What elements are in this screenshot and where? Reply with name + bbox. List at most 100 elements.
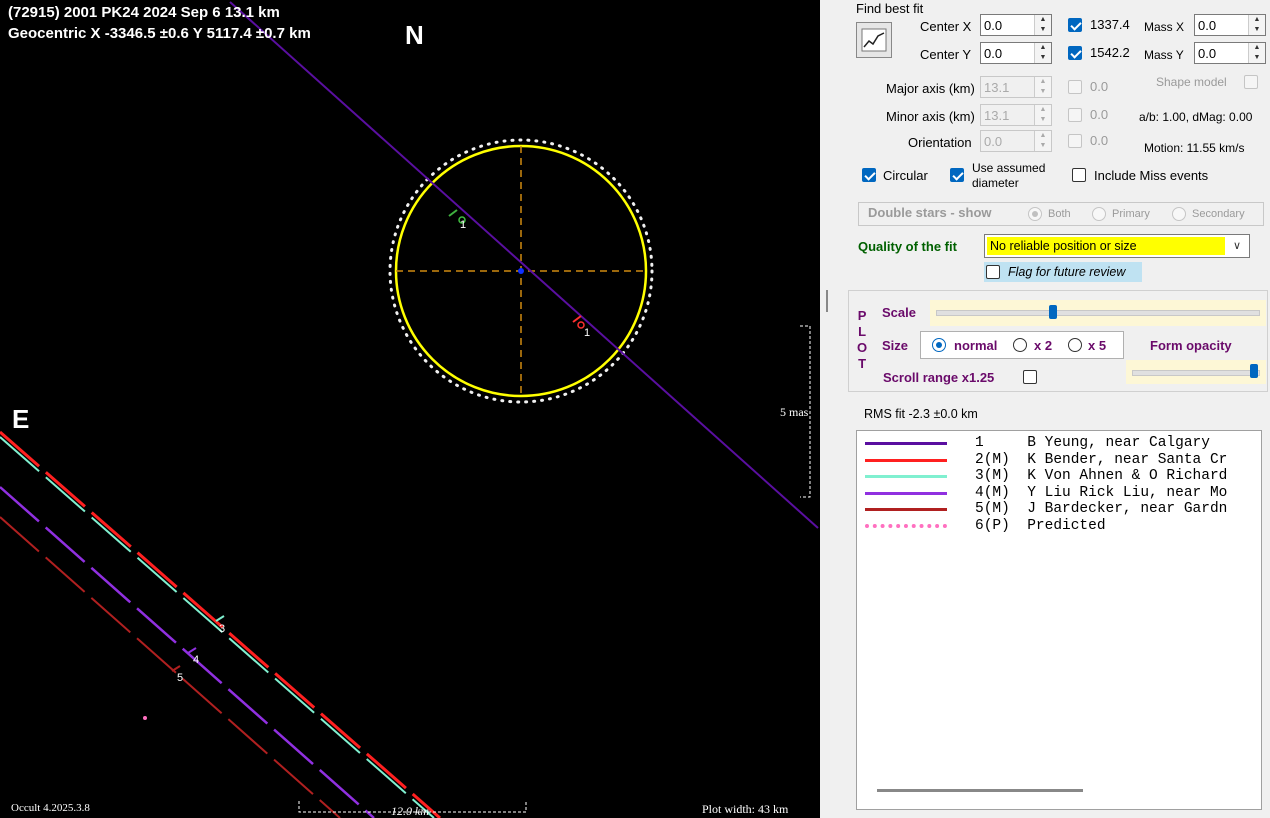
chord-3-line (0, 436, 435, 818)
quality-of-fit-dropdown[interactable]: No reliable position or size ∨ (984, 234, 1250, 258)
legend-swatch (865, 524, 947, 528)
mass-y-input[interactable]: 0.0 ▲ ▼ (1194, 42, 1266, 64)
motion-label: Motion: 11.55 km/s (1144, 141, 1245, 155)
orientation-spinner[interactable]: ▲ ▼ (1034, 131, 1051, 151)
major-axis-fix-value: 0.0 (1090, 79, 1109, 94)
primary-label: Primary (1112, 208, 1150, 220)
circular-checkbox[interactable] (862, 168, 876, 182)
double-stars-primary-radio[interactable] (1092, 207, 1106, 221)
shape-model-label: Shape model (1156, 75, 1227, 89)
size-label: Size (882, 338, 909, 353)
include-miss-checkbox[interactable] (1072, 168, 1086, 182)
legend-text: 2(M) K Bender, near Santa Cr (975, 451, 1228, 468)
mass-x-spinner[interactable]: ▲ ▼ (1248, 15, 1265, 35)
observer-legend-list[interactable]: 1 B Yeung, near Calgary 2(M) K Bender, ne… (856, 430, 1262, 810)
size-x2-radio[interactable] (1013, 338, 1027, 352)
minor-axis-fix-checkbox[interactable] (1068, 108, 1082, 122)
legend-row[interactable]: 1 B Yeung, near Calgary (857, 435, 1261, 451)
major-axis-fix-checkbox[interactable] (1068, 80, 1082, 94)
center-y-label: Center Y (920, 47, 972, 62)
mass-y-label: Mass Y (1144, 48, 1184, 62)
center-y-value: 0.0 (984, 46, 1003, 61)
secondary-label: Secondary (1192, 208, 1245, 220)
minor-axis-fix-value: 0.0 (1090, 107, 1109, 122)
mass-y-value: 0.0 (1198, 46, 1217, 61)
chord-1-line (229, 1, 819, 529)
legend-row[interactable]: 3(M) K Von Ahnen & O Richard (857, 468, 1261, 484)
minor-axis-input[interactable]: 13.1 ▲ ▼ (980, 104, 1052, 126)
chord-1-label-b: 1 (584, 327, 591, 339)
minor-axis-spinner[interactable]: ▲ ▼ (1034, 105, 1051, 125)
legend-horizontal-scrollbar[interactable] (877, 789, 1083, 792)
center-x-spinner[interactable]: ▲ ▼ (1034, 15, 1051, 35)
use-assumed-diameter-checkbox[interactable] (950, 168, 964, 182)
east-label: E (12, 404, 30, 434)
orientation-value: 0.0 (984, 134, 1003, 149)
chord-5-marker (171, 665, 181, 672)
plot-letter-o: O (857, 340, 868, 355)
center-y-spinner[interactable]: ▲ ▼ (1034, 43, 1051, 63)
find-best-fit-button[interactable] (856, 22, 892, 58)
orientation-fix-checkbox[interactable] (1068, 134, 1082, 148)
mass-y-spinner[interactable]: ▲ ▼ (1248, 43, 1265, 63)
center-x-value: 0.0 (984, 18, 1003, 33)
occultation-plot[interactable]: (72915) 2001 PK24 2024 Sep 6 13.1 km Geo… (0, 0, 820, 818)
plot-width-label: Plot width: 43 km (702, 802, 789, 816)
plot-canvas (0, 1, 819, 818)
mass-x-input[interactable]: 0.0 ▲ ▼ (1194, 14, 1266, 36)
chord-3-label: 3 (219, 623, 226, 635)
legend-swatch (865, 508, 947, 512)
legend-swatch (865, 475, 947, 479)
both-label: Both (1048, 208, 1071, 220)
legend-row[interactable]: 2(M) K Bender, near Santa Cr (857, 451, 1261, 468)
size-normal-label: normal (954, 338, 998, 353)
orientation-input[interactable]: 0.0 ▲ ▼ (980, 130, 1052, 152)
scale-slider[interactable] (930, 300, 1266, 326)
double-stars-both-radio[interactable] (1028, 207, 1042, 221)
mass-x-value: 0.0 (1198, 18, 1217, 33)
scale-slider-thumb[interactable] (1049, 305, 1058, 319)
size-normal-radio[interactable] (932, 338, 946, 352)
major-axis-spinner[interactable]: ▲ ▼ (1034, 77, 1051, 97)
minor-axis-value: 13.1 (984, 108, 1010, 123)
legend-row[interactable]: 4(M) Y Liu Rick Liu, near Mo (857, 485, 1261, 501)
version-label: Occult 4.2025.3.8 (11, 802, 90, 814)
mass-x-label: Mass X (1144, 20, 1185, 34)
size-x5-radio[interactable] (1068, 338, 1082, 352)
scroll-range-label: Scroll range x1.25 (883, 370, 995, 385)
legend-swatch (865, 442, 947, 445)
find-best-fit-label: Find best fit (856, 1, 924, 16)
center-y-input[interactable]: 0.0 ▲ ▼ (980, 42, 1052, 64)
center-x-input[interactable]: 0.0 ▲ ▼ (980, 14, 1052, 36)
flag-review-label: Flag for future review (1008, 265, 1126, 279)
form-opacity-thumb[interactable] (1250, 364, 1258, 378)
size-x2-label: x 2 (1034, 338, 1053, 353)
use-assumed-line2: diameter (972, 176, 1019, 190)
shape-model-checkbox[interactable] (1244, 75, 1258, 89)
major-axis-label: Major axis (km) (886, 81, 975, 96)
form-opacity-track (1132, 370, 1260, 376)
major-axis-input[interactable]: 13.1 ▲ ▼ (980, 76, 1052, 98)
form-opacity-slider[interactable] (1126, 360, 1266, 384)
flag-review-checkbox[interactable] (986, 265, 1000, 279)
legend-row[interactable]: 5(M) J Bardecker, near Gardn (857, 501, 1261, 517)
north-label: N (405, 20, 424, 50)
center-y-fix-checkbox[interactable] (1068, 46, 1082, 60)
legend-text: 1 B Yeung, near Calgary (975, 435, 1210, 451)
chord-5-label: 5 (177, 672, 184, 684)
splitter-grip (826, 290, 828, 312)
legend-row[interactable]: 6(P) Predicted (857, 518, 1261, 534)
double-stars-secondary-radio[interactable] (1172, 207, 1186, 221)
orientation-fix-value: 0.0 (1090, 133, 1109, 148)
plot-letter-p: P (857, 308, 867, 323)
plot-header-line2: Geocentric X -3346.5 ±0.6 Y 5117.4 ±0.7 … (8, 25, 311, 42)
predicted-point (143, 716, 147, 720)
panel-splitter[interactable] (820, 0, 830, 818)
plot-letter-t: T (858, 356, 867, 371)
center-x-fix-checkbox[interactable] (1068, 18, 1082, 32)
chord-1-label-a: 1 (460, 219, 467, 231)
use-assumed-diameter-label: Use assumed diameter (972, 161, 1045, 191)
mas-scale-label: 5 mas (780, 405, 809, 419)
circular-label: Circular (883, 168, 928, 183)
scroll-range-checkbox[interactable] (1023, 370, 1037, 384)
